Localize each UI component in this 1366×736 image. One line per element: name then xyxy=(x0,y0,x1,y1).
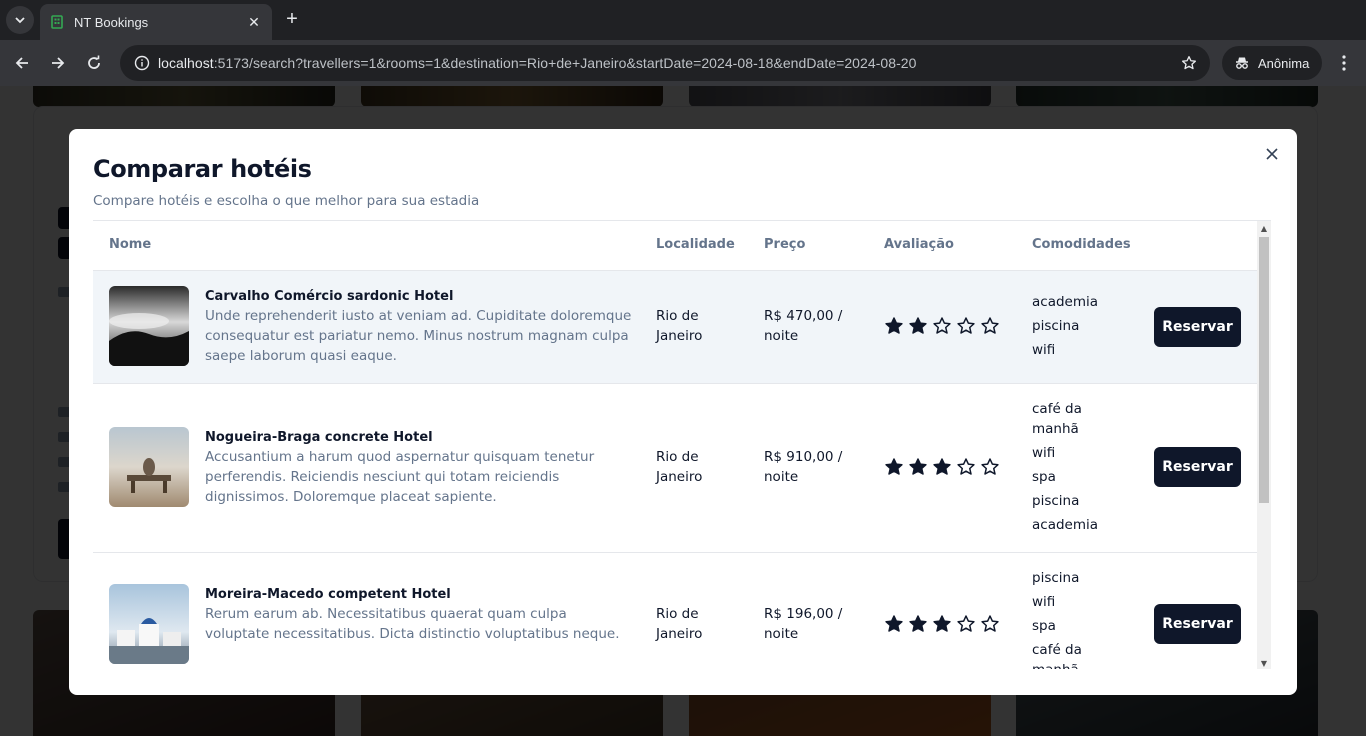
amenity-item: spa xyxy=(1032,618,1056,634)
rating-stars xyxy=(884,316,1004,336)
star-outline-icon xyxy=(981,317,999,334)
tab-title: NT Bookings xyxy=(74,14,149,30)
amenity-item: piscina xyxy=(1032,318,1080,334)
star-outline-icon xyxy=(981,615,999,632)
reload-icon xyxy=(88,55,100,69)
profile-label: Anônima xyxy=(1258,55,1310,71)
reserve-button[interactable]: Reservar xyxy=(1154,307,1241,347)
scroll-down-arrow-icon[interactable]: ▼ xyxy=(1257,656,1271,669)
amenities-list: piscina wifi spa café da manhã xyxy=(1032,568,1112,669)
browser-tab[interactable]: NT Bookings ✕ xyxy=(40,4,272,40)
back-button[interactable] xyxy=(8,49,36,77)
star-filled-icon xyxy=(909,317,927,334)
column-header-rating: Avaliação xyxy=(884,237,954,252)
hotel-name: Nogueira-Braga concrete Hotel xyxy=(205,430,433,445)
rating-stars xyxy=(884,614,1004,634)
amenity-item: wifi xyxy=(1032,594,1056,610)
star-filled-icon xyxy=(933,615,951,632)
close-dialog-button[interactable] xyxy=(1262,144,1282,164)
table-row: Moreira-Macedo competent Hotel Rerum ear… xyxy=(93,553,1257,669)
table-scrollbar[interactable]: ▲ ▼ xyxy=(1257,221,1271,669)
star-outline-icon xyxy=(957,458,975,475)
arrow-left-icon xyxy=(15,57,28,69)
scroll-up-arrow-icon[interactable]: ▲ xyxy=(1257,221,1271,235)
hotel-description: Unde reprehenderit iusto at veniam ad. C… xyxy=(205,308,632,364)
star-outline-icon xyxy=(957,615,975,632)
column-header-amenities: Comodidades xyxy=(1032,237,1131,252)
hotel-thumbnail xyxy=(109,584,189,664)
hotel-location: Rio de Janeiro xyxy=(656,606,703,642)
star-filled-icon xyxy=(885,458,903,475)
amenity-item: academia xyxy=(1032,517,1099,533)
chevron-down-icon xyxy=(15,17,25,24)
amenities-list: academia piscina wifi xyxy=(1032,292,1112,364)
hotel-name: Moreira-Macedo competent Hotel xyxy=(205,587,451,602)
incognito-profile-button[interactable]: Anônima xyxy=(1222,46,1322,80)
amenity-item: piscina xyxy=(1032,493,1080,509)
reserve-button[interactable]: Reservar xyxy=(1154,447,1241,487)
close-icon xyxy=(1266,148,1278,160)
column-header-price: Preço xyxy=(764,237,806,252)
url-text[interactable]: localhost:5173/search?travellers=1&rooms… xyxy=(158,55,1174,71)
browser-menu-button[interactable] xyxy=(1332,49,1356,77)
amenity-item: academia xyxy=(1032,294,1099,310)
hotel-price: R$ 470,00 / noite xyxy=(764,308,843,344)
comparison-table: Nome Localidade Preço Avaliação Comodida… xyxy=(93,220,1271,669)
amenity-item: café da manhã xyxy=(1032,401,1082,437)
star-filled-icon xyxy=(909,615,927,632)
reload-button[interactable] xyxy=(80,49,108,77)
new-tab-button[interactable]: + xyxy=(280,7,304,31)
tab-search-button[interactable] xyxy=(6,6,34,34)
hotel-favicon-icon xyxy=(51,15,63,29)
incognito-icon xyxy=(1236,57,1248,69)
address-bar[interactable]: localhost:5173/search?travellers=1&rooms… xyxy=(120,45,1210,81)
table-row: Carvalho Comércio sardonic Hotel Unde re… xyxy=(93,271,1257,384)
column-header-name: Nome xyxy=(109,237,152,252)
hotel-name: Carvalho Comércio sardonic Hotel xyxy=(205,289,454,304)
url-path: :5173/search?travellers=1&rooms=1&destin… xyxy=(213,55,917,71)
hotel-thumbnail xyxy=(109,427,189,507)
table-header: Nome Localidade Preço Avaliação Comodida… xyxy=(93,221,1257,271)
close-tab-icon[interactable]: ✕ xyxy=(246,14,262,30)
star-outline-icon xyxy=(933,317,951,334)
star-filled-icon xyxy=(909,458,927,475)
hotel-description: Accusantium a harum quod aspernatur quis… xyxy=(205,449,595,505)
reserve-button[interactable]: Reservar xyxy=(1154,604,1241,644)
dialog-title: Comparar hotéis xyxy=(93,155,312,183)
forward-button[interactable] xyxy=(44,49,72,77)
amenity-item: wifi xyxy=(1032,445,1056,461)
amenity-item: piscina xyxy=(1032,570,1080,586)
column-header-location: Localidade xyxy=(656,237,735,252)
star-filled-icon xyxy=(885,317,903,334)
hotel-price: R$ 910,00 / noite xyxy=(764,449,843,485)
star-outline-icon xyxy=(981,458,999,475)
table-row: Nogueira-Braga concrete Hotel Accusantiu… xyxy=(93,384,1257,553)
browser-tab-bar: NT Bookings ✕ + xyxy=(0,0,1366,40)
hotel-price: R$ 196,00 / noite xyxy=(764,606,843,642)
amenities-list: café da manhã wifi spa piscina academia xyxy=(1032,399,1112,539)
rating-stars xyxy=(884,457,1004,477)
star-outline-icon xyxy=(957,317,975,334)
amenity-item: wifi xyxy=(1032,342,1056,358)
compare-hotels-dialog: Comparar hotéis Compare hotéis e escolha… xyxy=(69,129,1297,695)
hotel-thumbnail xyxy=(109,286,189,366)
browser-toolbar: localhost:5173/search?travellers=1&rooms… xyxy=(0,40,1366,86)
hotel-description: Rerum earum ab. Necessitatibus quaerat q… xyxy=(205,606,620,642)
site-info-icon[interactable] xyxy=(132,53,152,73)
url-host: localhost xyxy=(158,55,214,71)
amenity-item: café da manhã xyxy=(1032,642,1082,669)
more-vertical-icon xyxy=(1342,55,1346,71)
hotel-location: Rio de Janeiro xyxy=(656,308,703,344)
amenity-item: spa xyxy=(1032,469,1056,485)
bookmark-star-icon[interactable] xyxy=(1174,48,1204,78)
hotel-location: Rio de Janeiro xyxy=(656,449,703,485)
arrow-right-icon xyxy=(52,57,65,69)
scrollbar-thumb[interactable] xyxy=(1259,237,1269,503)
star-filled-icon xyxy=(933,458,951,475)
dialog-subtitle: Compare hotéis e escolha o que melhor pa… xyxy=(93,193,480,209)
star-filled-icon xyxy=(885,615,903,632)
